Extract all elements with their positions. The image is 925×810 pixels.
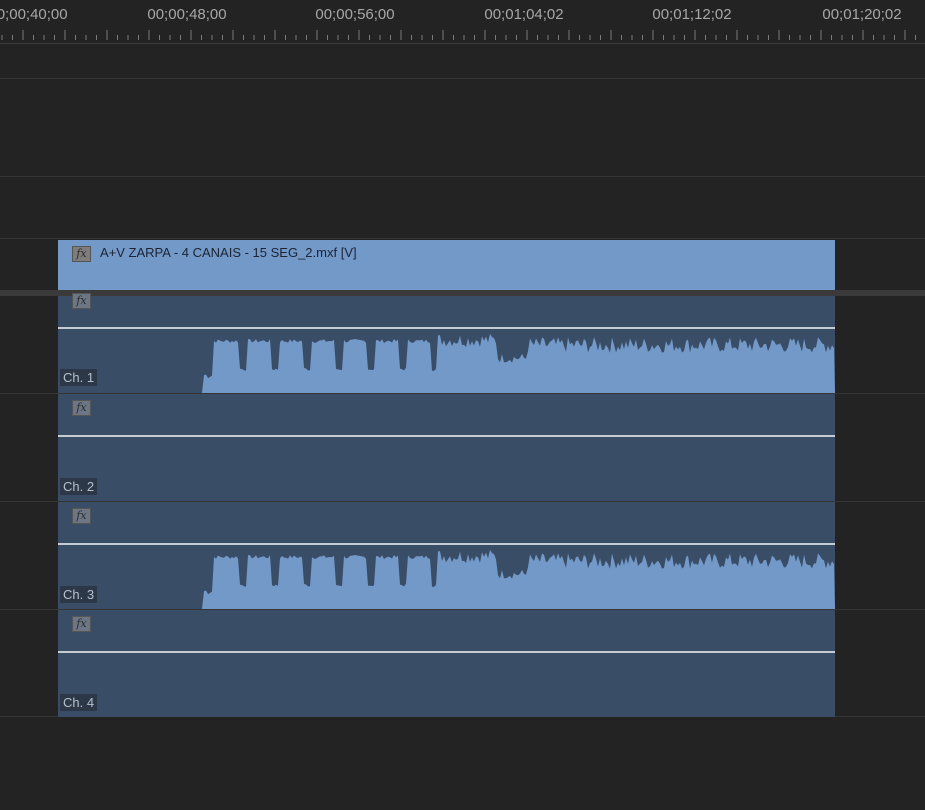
channel-label: Ch. 1 [60, 369, 98, 386]
track-divider [0, 176, 925, 177]
ruler-label: 00;00;40;00 [0, 6, 68, 23]
video-clip[interactable]: fx A+V ZARPA - 4 CANAIS - 15 SEG_2.mxf [… [58, 240, 835, 290]
waveform-shape [58, 550, 835, 609]
fx-icon[interactable]: fx [72, 508, 91, 524]
ruler-label: 00;01;12;02 [652, 6, 732, 23]
audio-clip-ch2[interactable]: fx Ch. 2 [58, 394, 835, 501]
fx-icon[interactable]: fx [72, 400, 91, 416]
channel-label: Ch. 4 [60, 694, 98, 711]
waveform [58, 334, 835, 393]
time-ruler[interactable]: 00;00;40;00 00;00;48;00 00;00;56;00 00;0… [0, 0, 925, 44]
track-divider [0, 238, 925, 239]
audio-clip-ch3[interactable]: fx Ch. 3 [58, 502, 835, 609]
channel-label: Ch. 2 [60, 478, 98, 495]
track-divider [0, 78, 925, 79]
fx-icon[interactable]: fx [72, 246, 91, 262]
keyframe-line[interactable] [58, 651, 835, 653]
ruler-label: 00;00;56;00 [315, 6, 395, 23]
audio-clip-ch1[interactable]: fx Ch. 1 [58, 293, 835, 393]
fx-icon[interactable]: fx [72, 616, 91, 632]
ruler-ticks [1, 30, 916, 40]
ruler-label: 00;01;04;02 [484, 6, 564, 23]
ruler-label: 00;00;48;00 [147, 6, 227, 23]
keyframe-line[interactable] [58, 435, 835, 437]
audio-clip-ch4[interactable]: fx Ch. 4 [58, 610, 835, 717]
waveform-shape [58, 334, 835, 393]
waveform [58, 550, 835, 609]
clip-title: A+V ZARPA - 4 CANAIS - 15 SEG_2.mxf [V] [100, 245, 357, 260]
fx-icon[interactable]: fx [72, 293, 91, 309]
ruler-divider [0, 43, 925, 44]
channel-label: Ch. 3 [60, 586, 98, 603]
ruler-label: 00;01;20;02 [822, 6, 902, 23]
